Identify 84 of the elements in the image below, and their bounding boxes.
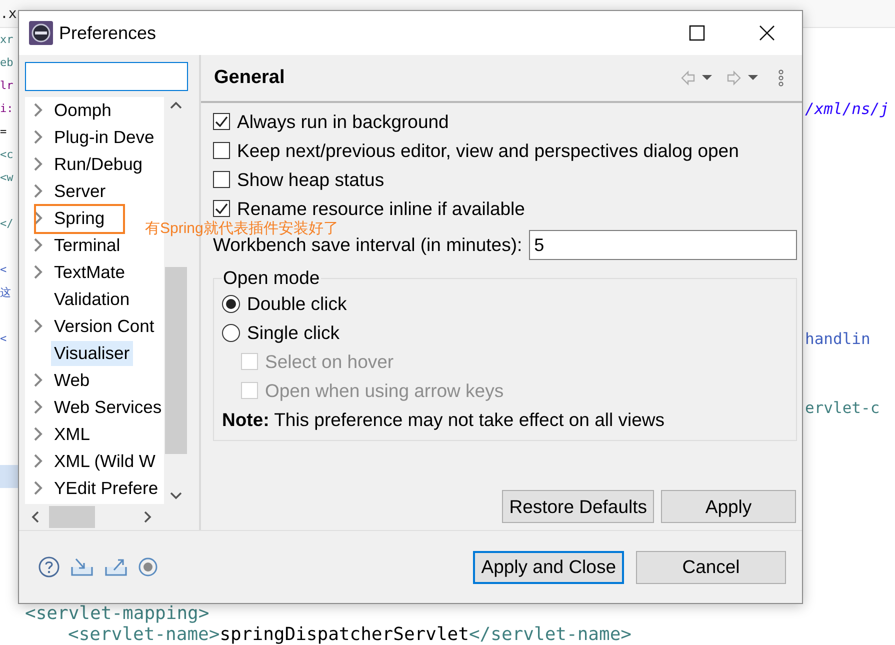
tree-item[interactable]: XML (Wild W <box>51 448 158 474</box>
code-text: ervlet-c <box>805 398 880 416</box>
expand-chevron-icon[interactable] <box>33 319 43 334</box>
radio-button[interactable] <box>222 324 240 342</box>
expand-chevron-icon[interactable] <box>33 157 43 172</box>
checkbox-label: Rename resource inline if available <box>237 198 525 220</box>
window-title: Preferences <box>59 22 158 44</box>
code-text: = <box>0 125 7 138</box>
code-text: lr <box>0 79 14 92</box>
scroll-left-icon[interactable] <box>31 511 39 523</box>
tree-item[interactable]: Web Services <box>51 394 164 420</box>
code-text: <servlet-mapping> <box>25 603 210 624</box>
radio-label: Double click <box>247 292 347 314</box>
maximize-icon <box>689 25 705 41</box>
tree-item[interactable]: XML <box>51 422 93 447</box>
note-text: Note: This preference may not take effect on all views <box>222 409 664 430</box>
code-text: </ <box>0 217 14 230</box>
code-text: <c <box>0 148 14 161</box>
export-icon[interactable] <box>104 557 128 577</box>
expand-chevron-icon[interactable] <box>33 427 43 442</box>
restore-defaults-button[interactable]: Restore Defaults <box>502 490 654 523</box>
tree-item[interactable]: Oomph <box>51 98 114 123</box>
code-text: <servlet-name> <box>68 624 220 645</box>
radio-button[interactable] <box>222 294 240 312</box>
apply-and-close-button[interactable]: Apply and Close <box>473 550 624 584</box>
checkbox[interactable] <box>213 200 230 217</box>
code-text: springDispatcherServlet <box>220 624 469 645</box>
expand-chevron-icon[interactable] <box>33 265 43 280</box>
save-interval-field[interactable]: 5 <box>529 230 797 260</box>
tree-item[interactable]: YEdit Prefere <box>51 476 162 501</box>
code-text: </servlet-name> <box>468 624 632 645</box>
tree-item[interactable]: Visualiser <box>51 340 133 366</box>
scroll-down-icon[interactable] <box>170 492 182 500</box>
editor-tab[interactable]: .x <box>0 6 17 22</box>
checkbox[interactable] <box>213 113 230 130</box>
help-icon[interactable] <box>38 556 60 578</box>
checkbox[interactable] <box>213 171 230 188</box>
code-text: /xml/ns/j <box>805 100 889 118</box>
expand-chevron-icon[interactable] <box>33 238 43 252</box>
expand-chevron-icon[interactable] <box>33 454 43 468</box>
tree-item[interactable]: Server <box>51 178 109 204</box>
code-text: < <box>0 332 7 345</box>
tree-item[interactable]: Spring <box>51 206 108 231</box>
apply-button[interactable]: Apply <box>661 490 796 523</box>
page-title: General <box>214 67 286 89</box>
expand-chevron-icon[interactable] <box>33 373 43 388</box>
scroll-up-icon[interactable] <box>170 100 182 109</box>
code-text: 这 <box>0 285 11 300</box>
record-icon[interactable] <box>138 557 158 577</box>
code-text: < <box>0 263 7 276</box>
checkbox-label: Show heap status <box>237 168 384 190</box>
app-icon <box>29 21 53 45</box>
tree-item[interactable]: Version Cont <box>51 314 158 339</box>
checkbox-label: Always run in background <box>237 110 449 132</box>
field-label: Workbench save interval (in minutes): <box>213 234 522 256</box>
expand-chevron-icon[interactable] <box>33 103 43 118</box>
tree-item[interactable]: Web <box>51 368 93 393</box>
tree-item[interactable]: Run/Debug <box>51 152 146 177</box>
scroll-right-icon[interactable] <box>144 511 152 523</box>
code-text: eb <box>0 56 14 69</box>
checkbox-label: Keep next/previous editor, view and perspectives dialog open <box>237 140 739 162</box>
group-title: Open mode <box>222 267 321 289</box>
filter-field[interactable] <box>25 62 188 91</box>
expand-chevron-icon[interactable] <box>33 130 43 144</box>
expand-chevron-icon[interactable] <box>33 211 43 226</box>
radio-label: Single click <box>247 322 340 344</box>
expand-chevron-icon[interactable] <box>33 400 43 414</box>
cancel-button[interactable]: Cancel <box>636 550 786 584</box>
checkbox-label: Select on hover <box>265 350 394 372</box>
tree-item[interactable]: Plug-in Deve <box>51 124 158 150</box>
expand-chevron-icon[interactable] <box>33 184 43 198</box>
close-icon <box>759 25 775 41</box>
code-text: i: <box>0 102 14 115</box>
checkbox[interactable] <box>213 142 230 159</box>
annotation-text: 有Spring就代表插件安装好了 <box>145 221 338 236</box>
import-icon[interactable] <box>70 557 94 577</box>
checkbox-label: Open when using arrow keys <box>265 380 504 402</box>
code-text: handlin <box>805 330 870 348</box>
expand-chevron-icon[interactable] <box>33 481 43 496</box>
tree-item[interactable]: Validation <box>51 286 133 312</box>
tree-item[interactable]: TextMate <box>51 260 128 285</box>
code-text: <w <box>0 171 14 184</box>
tree-item[interactable]: Terminal <box>51 232 124 258</box>
code-text: xr <box>0 33 14 46</box>
